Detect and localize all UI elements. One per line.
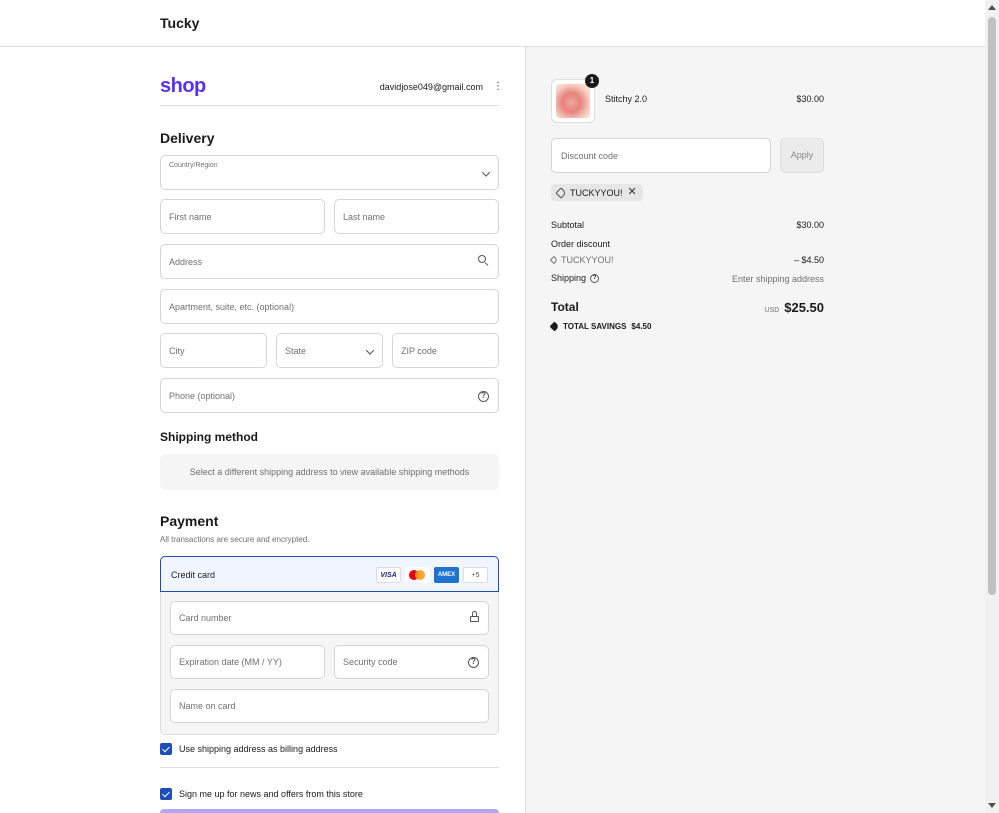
delivery-heading: Delivery — [160, 130, 215, 146]
discount-code-row: TUCKYYOU! — [549, 255, 614, 265]
account-email: davidjose049@gmail.com — [379, 82, 483, 92]
header: Tucky — [0, 0, 985, 47]
divider — [160, 105, 499, 106]
tag-icon — [549, 255, 559, 265]
shipping-method-heading: Shipping method — [160, 430, 258, 444]
apply-button[interactable]: Apply — [780, 138, 824, 173]
expiration-field[interactable]: Expiration date (MM / YY) — [170, 645, 325, 679]
help-icon[interactable]: ? — [478, 390, 489, 402]
country-label: Country/Region — [169, 162, 218, 169]
last-name-field[interactable]: Last name — [334, 199, 499, 234]
tag-icon — [549, 321, 560, 332]
savings-label: TOTAL SAVINGS — [563, 322, 627, 331]
discount-amount: – $4.50 — [793, 255, 824, 265]
tag-icon — [555, 186, 567, 199]
shipping-method-notice: Select a different shipping address to v… — [160, 454, 499, 490]
card-number-placeholder: Card number — [179, 613, 232, 623]
zip-field[interactable]: ZIP code — [392, 333, 499, 368]
store-name[interactable]: Tucky — [160, 15, 199, 31]
total-amount: $25.50 — [784, 300, 824, 315]
expiration-placeholder: Expiration date (MM / YY) — [179, 657, 282, 667]
applied-code: TUCKYYOU! — [570, 187, 623, 198]
shipping-row: Shipping ? — [551, 273, 600, 283]
card-brands: VISA AMEX +5 — [376, 567, 488, 583]
newsletter-label: Sign me up for news and offers from this… — [179, 789, 363, 799]
name-on-card-field[interactable]: Name on card — [170, 689, 489, 723]
security-code-field[interactable]: Security code ? — [334, 645, 489, 679]
newsletter-checkbox[interactable] — [160, 788, 172, 800]
shop-logo: shop — [160, 75, 206, 97]
checkout-form: shop davidjose049@gmail.com ⋮ Delivery C… — [0, 47, 526, 813]
shipping-label: Shipping — [551, 273, 587, 283]
search-icon — [478, 254, 489, 269]
name-on-card-placeholder: Name on card — [179, 701, 236, 711]
address-placeholder: Address — [169, 256, 203, 267]
first-name-field[interactable]: First name — [160, 199, 325, 234]
more-options-icon[interactable]: ⋮ — [493, 82, 503, 92]
discount-code-input[interactable]: Discount code — [551, 138, 771, 173]
shipping-value: Enter shipping address — [731, 274, 824, 284]
newsletter-option[interactable]: Sign me up for news and offers from this… — [160, 788, 363, 800]
total-value: USD $25.50 — [764, 300, 824, 315]
billing-address-option[interactable]: Use shipping address as billing address — [160, 743, 338, 755]
state-select[interactable]: State — [276, 333, 383, 368]
scrollbar-thumb[interactable] — [988, 17, 996, 595]
subtotal-value: $30.00 — [796, 220, 824, 230]
lock-icon — [470, 611, 479, 625]
total-label: Total — [551, 300, 579, 314]
savings-value: $4.50 — [631, 322, 652, 331]
state-placeholder: State — [285, 345, 307, 356]
phone-field[interactable]: Phone (optional) ? — [160, 378, 499, 413]
zip-placeholder: ZIP code — [401, 345, 437, 356]
payment-subtitle: All transactions are secure and encrypte… — [160, 535, 310, 544]
scroll-down-icon[interactable] — [988, 803, 996, 808]
country-select[interactable]: Country/Region — [160, 155, 499, 190]
amex-icon: AMEX — [434, 567, 459, 583]
mastercard-icon — [405, 567, 430, 583]
address-field[interactable]: Address — [160, 244, 499, 279]
visa-icon: VISA — [376, 567, 401, 583]
card-number-field[interactable]: Card number — [170, 601, 489, 635]
page-scrollbar[interactable] — [985, 0, 999, 813]
discount-placeholder: Discount code — [561, 151, 619, 161]
billing-checkbox[interactable] — [160, 743, 172, 755]
applied-discount-chip: TUCKYYOU! ✕ — [551, 184, 643, 201]
payment-heading: Payment — [160, 513, 219, 529]
discount-code-label: TUCKYYOU! — [561, 255, 614, 265]
total-savings: TOTAL SAVINGS $4.50 — [549, 321, 652, 332]
quantity-badge: 1 — [585, 74, 599, 88]
order-summary: 1 Stitchy 2.0 $30.00 Discount code Apply… — [526, 47, 985, 813]
security-code-placeholder: Security code — [343, 657, 398, 667]
apartment-placeholder: Apartment, suite, etc. (optional) — [169, 301, 295, 312]
first-name-placeholder: First name — [169, 211, 212, 222]
apartment-field[interactable]: Apartment, suite, etc. (optional) — [160, 289, 499, 324]
subtotal-label: Subtotal — [551, 220, 585, 230]
currency-code: USD — [764, 307, 780, 314]
pay-now-button[interactable] — [160, 809, 499, 813]
credit-card-label: Credit card — [171, 570, 216, 580]
scroll-up-icon[interactable] — [988, 5, 996, 10]
last-name-placeholder: Last name — [343, 211, 386, 222]
order-discount-label: Order discount — [551, 239, 611, 249]
help-icon[interactable]: ? — [590, 273, 600, 283]
product-name: Stitchy 2.0 — [605, 94, 648, 104]
remove-discount-icon[interactable]: ✕ — [628, 187, 637, 198]
chevron-down-icon — [481, 167, 491, 178]
city-field[interactable]: City — [160, 333, 267, 368]
divider — [160, 767, 499, 768]
city-placeholder: City — [169, 345, 185, 356]
billing-label: Use shipping address as billing address — [179, 744, 338, 754]
phone-placeholder: Phone (optional) — [169, 390, 236, 401]
credit-card-option[interactable]: Credit card VISA AMEX +5 — [160, 556, 499, 592]
product-price: $30.00 — [796, 94, 824, 104]
chevron-down-icon — [365, 345, 375, 356]
more-cards-badge: +5 — [463, 567, 488, 583]
help-icon[interactable]: ? — [468, 656, 479, 668]
